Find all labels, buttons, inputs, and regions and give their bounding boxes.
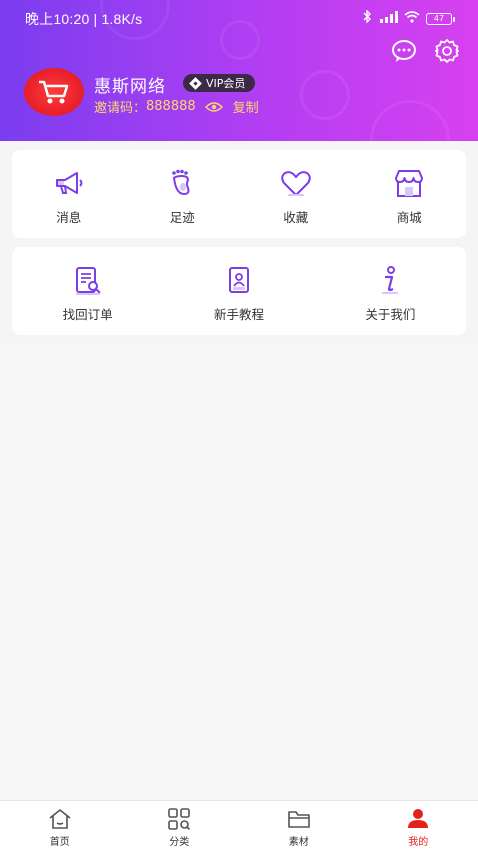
footprint-icon — [172, 169, 190, 196]
settings-icon[interactable] — [434, 38, 460, 64]
shortcut-label: 收藏 — [283, 210, 309, 225]
category-icon — [168, 808, 191, 830]
tab-materials[interactable]: 素材 — [239, 801, 359, 850]
shortcuts-card: 消息 足迹 收藏 商城 — [12, 150, 466, 238]
vip-badge[interactable]: VIP会员 — [183, 74, 256, 92]
shop-icon — [395, 170, 424, 197]
service-about-us[interactable]: 关于我们 — [315, 247, 466, 335]
tab-label: 我的 — [408, 837, 429, 848]
vip-label: VIP会员 — [206, 77, 246, 90]
tutorial-icon — [228, 267, 249, 293]
status-icons: 47 — [362, 9, 455, 27]
wifi-icon — [404, 10, 420, 27]
shortcut-mall[interactable]: 商城 — [353, 150, 467, 238]
shortcut-favorites[interactable]: 收藏 — [239, 150, 353, 238]
status-bar: 晚上10:20 | 1.8K/s 47 — [0, 0, 478, 36]
shortcut-messages[interactable]: 消息 — [12, 150, 126, 238]
order-search-icon — [75, 267, 101, 295]
bluetooth-icon — [362, 9, 372, 27]
invite-code-row: 邀请码： 888888 复制 — [94, 97, 259, 116]
empty-content-area — [0, 344, 478, 800]
home-icon — [49, 809, 71, 829]
shortcut-label: 消息 — [56, 210, 82, 225]
avatar[interactable] — [24, 68, 84, 116]
invite-label: 邀请码： — [94, 101, 147, 116]
shopping-cart-icon — [39, 80, 69, 104]
profile-header: 晚上10:20 | 1.8K/s 47 惠斯网络 VIP会员 邀请码： 8888… — [0, 0, 478, 141]
shortcut-footprints[interactable]: 足迹 — [126, 150, 240, 238]
tab-label: 分类 — [169, 837, 190, 848]
username: 惠斯网络 — [94, 77, 166, 97]
service-find-order[interactable]: 找回订单 — [12, 247, 163, 335]
service-label: 关于我们 — [365, 307, 416, 322]
message-icon[interactable] — [391, 38, 417, 64]
service-label: 新手教程 — [213, 307, 264, 322]
vip-diamond-icon — [189, 76, 202, 90]
tab-category[interactable]: 分类 — [120, 801, 240, 850]
invite-code: 888888 — [146, 99, 196, 114]
tab-label: 素材 — [288, 837, 309, 848]
signal-icon — [378, 10, 398, 27]
megaphone-icon — [55, 172, 83, 194]
shortcut-label: 商城 — [396, 210, 422, 225]
heart-icon — [281, 171, 311, 196]
user-icon — [408, 809, 429, 828]
tab-label: 首页 — [49, 837, 70, 848]
tab-home[interactable]: 首页 — [0, 801, 120, 850]
service-label: 找回订单 — [62, 307, 113, 322]
folder-icon — [287, 811, 310, 828]
eye-icon[interactable] — [204, 101, 223, 113]
status-time: 晚上10:20 | 1.8K/s — [25, 11, 143, 27]
shortcut-label: 足迹 — [169, 210, 195, 225]
bottom-tab-bar: 首页 分类 素材 我的 — [0, 800, 478, 850]
battery-indicator: 47 — [426, 12, 455, 25]
info-icon — [382, 266, 399, 294]
service-tutorial[interactable]: 新手教程 — [163, 247, 314, 335]
tab-mine[interactable]: 我的 — [359, 801, 478, 850]
copy-button[interactable]: 复制 — [233, 97, 259, 116]
services-card: 找回订单 新手教程 关于我们 — [12, 247, 466, 335]
